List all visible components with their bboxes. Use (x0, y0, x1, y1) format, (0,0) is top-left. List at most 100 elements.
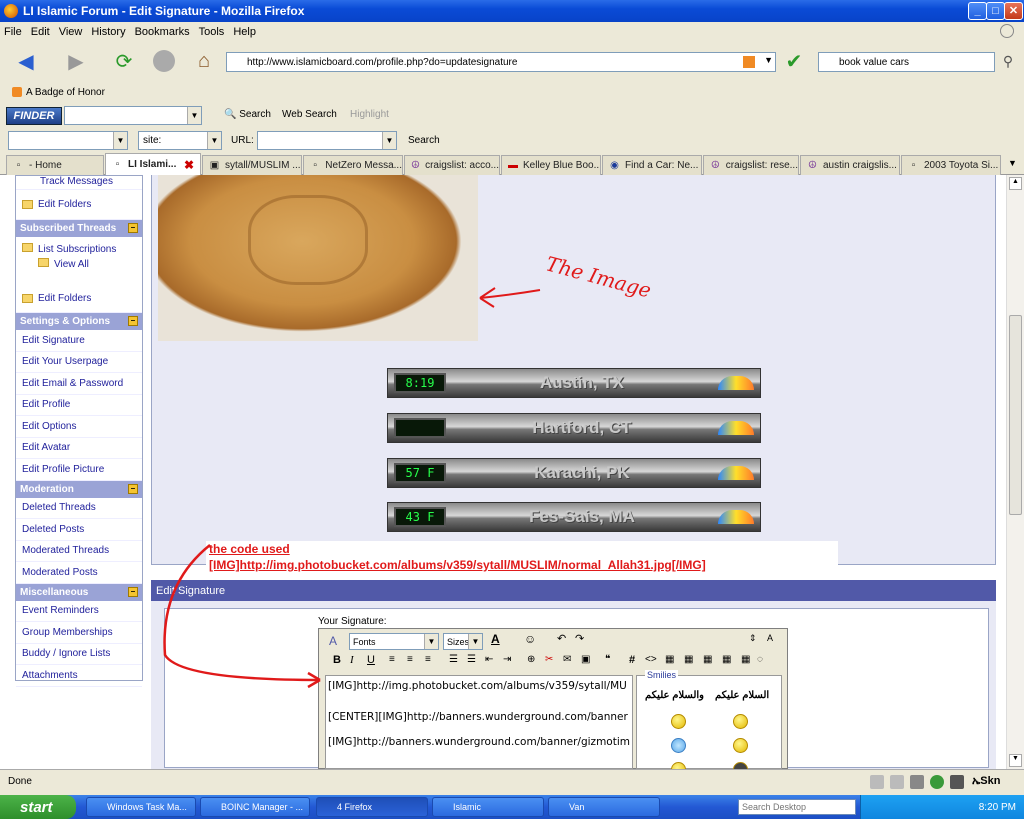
bookmark-badge-of-honor[interactable]: A Badge of Honor (26, 87, 105, 98)
finder-dropdown-icon[interactable]: ▼ (187, 107, 201, 124)
weather-banner-karachi[interactable]: 57 F Karachi, PK (387, 458, 761, 488)
home-icon[interactable]: ⌂ (190, 47, 218, 75)
maximize-button[interactable]: □ (986, 2, 1005, 20)
sidebar-edit-profile-picture[interactable]: Edit Profile Picture (16, 459, 142, 481)
vertical-scrollbar[interactable]: ▲ ▼ (1006, 175, 1024, 769)
html-code-icon[interactable]: <> (645, 654, 657, 665)
extra-button-icon[interactable]: ▦ (703, 654, 712, 665)
finder-search-button[interactable]: 🔍 Search (224, 109, 271, 120)
scroll-thumb[interactable] (1009, 315, 1022, 515)
site-url-field[interactable]: ▼ (257, 131, 397, 150)
weather-banner-fes[interactable]: 43 F Fes-Sais, MA (387, 502, 761, 532)
sidebar-group-memberships[interactable]: Group Memberships (16, 622, 142, 644)
tab-craigslist-account[interactable]: ☮ craigslist: acco... (404, 155, 500, 175)
sidebar-edit-options[interactable]: Edit Options (16, 416, 142, 438)
sidebar-event-reminders[interactable]: Event Reminders (16, 601, 142, 622)
site-select[interactable]: site: ▼ (138, 131, 222, 150)
sidebar-edit-signature[interactable]: Edit Signature (16, 330, 142, 352)
finder-search-field[interactable]: ▼ (64, 106, 202, 125)
rss-feed-icon[interactable] (743, 56, 755, 68)
sidebar-edit-avatar[interactable]: Edit Avatar (16, 438, 142, 459)
align-center-icon[interactable]: ≡ (407, 654, 413, 665)
outdent-icon[interactable]: ⇤ (485, 654, 493, 665)
menu-tools[interactable]: Tools (199, 26, 225, 38)
underline-icon[interactable]: U (367, 654, 375, 666)
align-left-icon[interactable]: ≡ (389, 654, 395, 665)
sidebar-list-subscriptions[interactable]: List Subscriptions (22, 243, 142, 255)
resize-editor-icon[interactable]: ⇕ (749, 633, 757, 644)
sidebar-moderated-threads[interactable]: Moderated Threads (16, 541, 142, 562)
extra-button-icon[interactable]: ◌ (757, 654, 763, 665)
size-select[interactable]: Sizes ▼ (443, 633, 483, 650)
close-tab-icon[interactable]: ✖ (184, 158, 194, 172)
menu-view[interactable]: View (59, 26, 83, 38)
font-select[interactable]: Fonts ▼ (349, 633, 439, 650)
sidebar-attachments[interactable]: Attachments (16, 665, 142, 687)
scroll-down-icon[interactable]: ▼ (1009, 754, 1022, 767)
tab-netzero[interactable]: ▫ NetZero Messa... (303, 155, 403, 175)
extra-button-icon[interactable]: ▦ (722, 654, 731, 665)
globe-icon[interactable] (930, 775, 944, 789)
tab-toyota[interactable]: ▫ 2003 Toyota Si... (901, 155, 1001, 175)
extra-button-icon[interactable]: ▦ (684, 654, 693, 665)
url-bar[interactable]: http://www.islamicboard.com/profile.php?… (226, 52, 776, 72)
remove-link-icon[interactable]: ✂ (545, 654, 553, 665)
menu-edit[interactable]: Edit (31, 26, 50, 38)
extra-button-icon[interactable]: ▦ (741, 654, 750, 665)
lock-icon[interactable] (870, 775, 884, 789)
smiley-icon[interactable] (671, 762, 686, 769)
tab-islamic-forum[interactable]: ▫ LI Islami... ✖ (105, 153, 201, 175)
indent-icon[interactable]: ⇥ (503, 654, 511, 665)
task-firefox-group[interactable]: 4 Firefox (316, 797, 428, 817)
url-dropdown-icon[interactable]: ▼ (764, 55, 773, 65)
minimize-button[interactable]: _ (968, 2, 987, 20)
collapse-icon[interactable]: – (128, 223, 138, 233)
addon-icon[interactable] (950, 775, 964, 789)
window-titlebar[interactable]: LI Islamic Forum - Edit Signature - Mozi… (0, 0, 1024, 22)
start-button[interactable]: start (0, 795, 76, 819)
scroll-up-icon[interactable]: ▲ (1009, 177, 1022, 190)
tab-home[interactable]: ▫ - Home (6, 155, 104, 175)
addon-icon[interactable] (890, 775, 904, 789)
collapse-icon[interactable]: – (128, 586, 138, 597)
italic-icon[interactable]: I (350, 654, 354, 666)
insert-link-icon[interactable]: ⊕ (527, 654, 535, 665)
tab-list-icon[interactable]: ▼ (1008, 158, 1017, 168)
weather-banner-hartford[interactable]: Hartford, CT (387, 413, 761, 443)
tab-austin-craigslist[interactable]: ☮ austin craigslis... (800, 155, 900, 175)
smiley-menu-icon[interactable]: ☺ (524, 632, 536, 646)
sidebar-head-subscribed[interactable]: Subscribed Threads – (16, 220, 142, 237)
sidebar-edit-profile[interactable]: Edit Profile (16, 395, 142, 416)
menu-history[interactable]: History (91, 26, 125, 38)
php-code-icon[interactable]: ▦ (665, 654, 674, 665)
menu-help[interactable]: Help (233, 26, 256, 38)
desktop-search-input[interactable] (738, 799, 856, 815)
sidebar-head-settings[interactable]: Settings & Options – (16, 313, 142, 330)
forward-arrow-icon[interactable]: ▶ (58, 47, 94, 75)
grin-smiley-icon[interactable] (733, 714, 748, 729)
stop-icon[interactable] (150, 47, 178, 75)
unordered-list-icon[interactable]: ☰ (467, 654, 476, 665)
sidebar-head-moderation[interactable]: Moderation – (16, 480, 142, 498)
collapse-icon[interactable]: – (128, 483, 138, 494)
tab-kelley-blue-book[interactable]: ▬ Kelley Blue Boo... (501, 155, 601, 175)
task-islamic-folder[interactable]: Islamic (432, 797, 544, 817)
sidebar-edit-folders-2[interactable]: Edit Folders (16, 285, 142, 313)
menu-bookmarks[interactable]: Bookmarks (135, 26, 190, 38)
tab-find-a-car[interactable]: ◉ Find a Car: Ne... (602, 155, 702, 175)
site-query-field[interactable]: ▼ (8, 131, 128, 150)
reload-icon[interactable]: ⟳ (110, 47, 138, 75)
task-boinc-manager[interactable]: BOINC Manager - ... (200, 797, 310, 817)
close-window-button[interactable]: ✕ (1004, 2, 1023, 20)
sidebar-moderated-posts[interactable]: Moderated Posts (16, 562, 142, 584)
code-hash-icon[interactable]: # (629, 654, 635, 666)
ninja-smiley-icon[interactable] (733, 762, 748, 769)
task-windows-task-manager[interactable]: Windows Task Ma... (86, 797, 196, 817)
email-link-icon[interactable]: ✉ (563, 654, 571, 665)
highlight-button[interactable]: Highlight (350, 109, 389, 120)
collapse-icon[interactable]: – (128, 316, 138, 326)
insert-image-icon[interactable]: ▣ (581, 654, 590, 665)
tab-photobucket[interactable]: ▣ sytall/MUSLIM ... (202, 155, 302, 175)
dancing-smiley-icon[interactable] (733, 738, 748, 753)
site-search-button[interactable]: Search (408, 135, 440, 146)
